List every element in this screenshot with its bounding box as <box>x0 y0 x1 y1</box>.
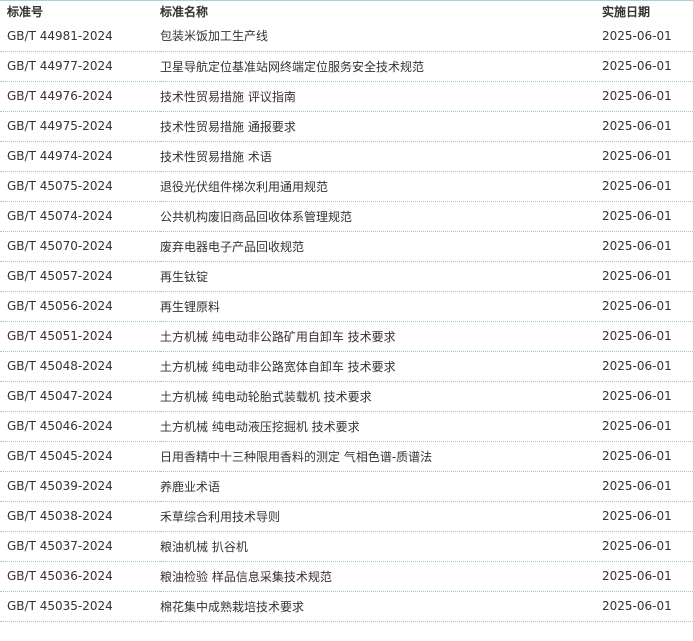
table-body: GB/T 44981-2024 包装米饭加工生产线 2025-06-01 GB/T 4… <box>0 21 693 621</box>
table-row[interactable]: GB/T 44976-2024 技术性贸易措施 评议指南 2025-06-01 <box>0 81 693 111</box>
table-row[interactable]: GB/T 45038-2024 禾草综合利用技术导则 2025-06-01 <box>0 501 693 531</box>
implementation-date: 2025-06-01 <box>602 479 672 493</box>
standard-code: GB/T 45056-2024 <box>7 299 113 313</box>
standard-code: GB/T 45047-2024 <box>7 389 113 403</box>
standard-name-link[interactable]: 再生钛锭 <box>160 261 602 291</box>
table-row[interactable]: GB/T 45074-2024 公共机构废旧商品回收体系管理规范 2025-06-0… <box>0 201 693 231</box>
standard-name-link[interactable]: 土方机械 纯电动非公路宽体自卸车 技术要求 <box>160 351 602 381</box>
table-row[interactable]: GB/T 45048-2024 土方机械 纯电动非公路宽体自卸车 技术要求 2025… <box>0 351 693 381</box>
implementation-date: 2025-06-01 <box>602 269 672 283</box>
table-row[interactable]: GB/T 45046-2024 土方机械 纯电动液压挖掘机 技术要求 2025-06… <box>0 411 693 441</box>
standard-name-link[interactable]: 粮油检验 样品信息采集技术规范 <box>160 561 602 591</box>
standard-name-link[interactable]: 粮油机械 扒谷机 <box>160 531 602 561</box>
implementation-date: 2025-06-01 <box>602 179 672 193</box>
standard-name-link[interactable]: 包装米饭加工生产线 <box>160 21 602 51</box>
table-row[interactable]: GB/T 45056-2024 再生锂原料 2025-06-01 <box>0 291 693 321</box>
table-row[interactable]: GB/T 45075-2024 退役光伏组件梯次利用通用规范 2025-06-01 <box>0 171 693 201</box>
standard-code: GB/T 45035-2024 <box>7 599 113 613</box>
standard-name-link[interactable]: 废弃电器电子产品回收规范 <box>160 231 602 261</box>
table-row[interactable]: GB/T 45047-2024 土方机械 纯电动轮胎式装载机 技术要求 2025-0… <box>0 381 693 411</box>
header-code: 标准号 <box>7 4 44 19</box>
implementation-date: 2025-06-01 <box>602 149 672 163</box>
table-row[interactable]: GB/T 45070-2024 废弃电器电子产品回收规范 2025-06-01 <box>0 231 693 261</box>
implementation-date: 2025-06-01 <box>602 419 672 433</box>
standard-name-link[interactable]: 技术性贸易措施 术语 <box>160 141 602 171</box>
standard-name-link[interactable]: 退役光伏组件梯次利用通用规范 <box>160 171 602 201</box>
standard-code: GB/T 45075-2024 <box>7 179 113 193</box>
standard-code: GB/T 45039-2024 <box>7 479 113 493</box>
table-row[interactable]: GB/T 44977-2024 卫星导航定位基准站网终端定位服务安全技术规范 202… <box>0 51 693 81</box>
standard-code: GB/T 45036-2024 <box>7 569 113 583</box>
implementation-date: 2025-06-01 <box>602 28 672 43</box>
standard-code: GB/T 45070-2024 <box>7 239 113 253</box>
standard-name-link[interactable]: 棉花集中成熟栽培技术要求 <box>160 591 602 621</box>
implementation-date: 2025-06-01 <box>602 539 672 553</box>
implementation-date: 2025-06-01 <box>602 509 672 523</box>
standard-name-link[interactable]: 土方机械 纯电动液压挖掘机 技术要求 <box>160 411 602 441</box>
standard-code: GB/T 45038-2024 <box>7 509 113 523</box>
implementation-date: 2025-06-01 <box>602 59 672 73</box>
standard-code: GB/T 45048-2024 <box>7 359 113 373</box>
implementation-date: 2025-06-01 <box>602 209 672 223</box>
table-row[interactable]: GB/T 45057-2024 再生钛锭 2025-06-01 <box>0 261 693 291</box>
table-row[interactable]: GB/T 45035-2024 棉花集中成熟栽培技术要求 2025-06-01 <box>0 591 693 621</box>
table-header: 标准号 标准名称 实施日期 <box>0 1 693 21</box>
header-row: 标准号 标准名称 实施日期 <box>0 1 693 21</box>
implementation-date: 2025-06-01 <box>602 389 672 403</box>
table-row[interactable]: GB/T 45051-2024 土方机械 纯电动非公路矿用自卸车 技术要求 2025… <box>0 321 693 351</box>
standard-code: GB/T 45045-2024 <box>7 449 113 463</box>
table-row[interactable]: GB/T 44975-2024 技术性贸易措施 通报要求 2025-06-01 <box>0 111 693 141</box>
header-date: 实施日期 <box>602 4 651 19</box>
implementation-date: 2025-06-01 <box>602 239 672 253</box>
table-row[interactable]: GB/T 44974-2024 技术性贸易措施 术语 2025-06-01 <box>0 141 693 171</box>
standard-code: GB/T 45074-2024 <box>7 209 113 223</box>
implementation-date: 2025-06-01 <box>602 599 672 613</box>
table-row[interactable]: GB/T 44981-2024 包装米饭加工生产线 2025-06-01 <box>0 21 693 51</box>
standard-name-link[interactable]: 土方机械 纯电动非公路矿用自卸车 技术要求 <box>160 321 602 351</box>
implementation-date: 2025-06-01 <box>602 569 672 583</box>
table-row[interactable]: GB/T 45037-2024 粮油机械 扒谷机 2025-06-01 <box>0 531 693 561</box>
table-row[interactable]: GB/T 45036-2024 粮油检验 样品信息采集技术规范 2025-06-01 <box>0 561 693 591</box>
implementation-date: 2025-06-01 <box>602 359 672 373</box>
standard-name-link[interactable]: 土方机械 纯电动轮胎式装载机 技术要求 <box>160 381 602 411</box>
standard-name-link[interactable]: 卫星导航定位基准站网终端定位服务安全技术规范 <box>160 51 602 81</box>
table-row[interactable]: GB/T 45045-2024 日用香精中十三种限用香料的测定 气相色谱-质谱法 2… <box>0 441 693 471</box>
implementation-date: 2025-06-01 <box>602 449 672 463</box>
implementation-date: 2025-06-01 <box>602 89 672 103</box>
implementation-date: 2025-06-01 <box>602 119 672 133</box>
header-name: 标准名称 <box>160 4 209 19</box>
table-row[interactable]: GB/T 45039-2024 养鹿业术语 2025-06-01 <box>0 471 693 501</box>
standard-code: GB/T 44981-2024 <box>7 28 113 43</box>
standard-code: GB/T 45046-2024 <box>7 419 113 433</box>
standard-code: GB/T 44975-2024 <box>7 119 113 133</box>
standard-name-link[interactable]: 养鹿业术语 <box>160 471 602 501</box>
standard-code: GB/T 44974-2024 <box>7 149 113 163</box>
standard-code: GB/T 44977-2024 <box>7 59 113 73</box>
standard-name-link[interactable]: 技术性贸易措施 通报要求 <box>160 111 602 141</box>
implementation-date: 2025-06-01 <box>602 329 672 343</box>
standard-name-link[interactable]: 再生锂原料 <box>160 291 602 321</box>
standard-name-link[interactable]: 技术性贸易措施 评议指南 <box>160 81 602 111</box>
standard-name-link[interactable]: 日用香精中十三种限用香料的测定 气相色谱-质谱法 <box>160 441 602 471</box>
standard-name-link[interactable]: 禾草综合利用技术导则 <box>160 501 602 531</box>
standard-code: GB/T 44976-2024 <box>7 89 113 103</box>
implementation-date: 2025-06-01 <box>602 299 672 313</box>
standard-name-link[interactable]: 公共机构废旧商品回收体系管理规范 <box>160 201 602 231</box>
standard-code: GB/T 45051-2024 <box>7 329 113 343</box>
standard-code: GB/T 45037-2024 <box>7 539 113 553</box>
standards-table: 标准号 标准名称 实施日期 GB/T 44981-2024 包装米饭加工生产线 20… <box>0 1 693 622</box>
standard-code: GB/T 45057-2024 <box>7 269 113 283</box>
